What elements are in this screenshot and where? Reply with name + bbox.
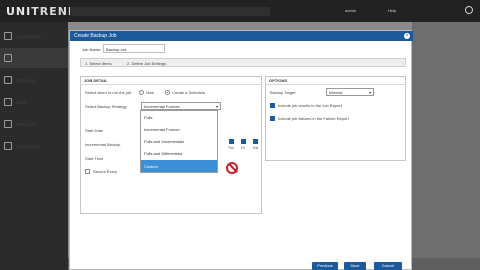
day-label-thu: Thu [228,146,235,150]
strategy-option-custom[interactable]: Custom [141,160,217,172]
day-label-sat: Sat [253,146,259,150]
chevron-down-icon: ▾ [368,90,371,95]
incremental-label: Incremental Backup [85,142,121,147]
sidebar-item-label: RECOVER [16,78,36,83]
job-detail-title: JOB DETAIL [84,78,108,83]
strategy-dropdown-list: Fulls Incremental Forever Fulls and Incr… [140,110,218,173]
reports-icon [4,120,12,128]
start-time-label: Start Time [85,156,104,161]
start-date-label: Start Date [85,128,104,133]
sidebar-item-label: DASHBOARD [16,34,42,39]
options-panel: OPTIONS Backup Target Internal ▾ Include… [265,76,406,161]
options-title: OPTIONS [269,78,288,83]
when-label: Select when to run the job [85,90,132,95]
strategy-option-incremental-forever[interactable]: Incremental Forever [141,123,217,135]
backup-target-select[interactable]: Internal ▾ [326,88,374,96]
sidebar-item-configure[interactable]: CONFIGURE [0,136,68,156]
create-backup-job-dialog: Create Backup Job × Job Name: Backup.xxx… [69,30,413,270]
not-allowed-cursor-icon [226,162,238,174]
job-name-input[interactable]: Backup.xxx [103,44,165,53]
top-search-bar[interactable] [70,7,270,16]
divider [81,84,261,85]
save-button[interactable]: Save [344,262,366,270]
sidebar-item-jobs[interactable]: JOBS [0,92,68,112]
backup-target-value: Internal [329,90,343,95]
cancel-button[interactable]: Cancel [374,262,402,270]
sidebar: DASHBOARD PROTECT RECOVER JOBS REPORTS C… [0,22,68,270]
include-failures-label: Include job failures in the Failure Repo… [278,116,349,121]
sidebar-item-dashboard[interactable]: DASHBOARD [0,26,68,46]
sidebar-item-label: JOBS [16,100,27,105]
logo-main: UNI [6,5,32,18]
sidebar-item-label: PROTECT [16,56,36,61]
schedule-radio[interactable] [165,90,170,95]
chevron-down-icon: ▾ [215,104,218,109]
strategy-option-fulls[interactable]: Fulls [141,111,217,123]
help-link[interactable]: Help [388,8,396,13]
now-radio[interactable] [139,90,144,95]
sidebar-item-protect[interactable]: PROTECT [0,48,68,68]
day-checkbox-fri[interactable] [241,139,246,144]
divider [266,84,405,85]
sidebar-item-label: CONFIGURE [16,144,40,149]
wizard-steps: 1. Select Items 2. Define Job Settings [80,58,406,67]
include-results-label: Include job results in the Job Report [278,103,342,108]
now-label: Now [146,90,155,95]
close-icon[interactable]: × [404,33,410,39]
backup-target-label: Backup Target [270,90,296,95]
day-label-fri: Fri [241,146,246,150]
schedule-label: Create a Schedule [172,90,206,95]
backdrop-right [412,22,480,258]
recover-icon [4,76,12,84]
step-select-items[interactable]: 1. Select Items [85,61,111,66]
dashboard-icon [4,32,12,40]
strategy-option-fulls-differentials[interactable]: Fulls and Differentials [141,147,217,159]
include-results-checkbox[interactable] [270,103,275,108]
step-define-settings[interactable]: 2. Define Job Settings [127,61,166,66]
recurring-label: Recurs Every [93,169,118,174]
strategy-value: Incremental Forever [144,104,180,109]
sidebar-item-label: REPORTS [16,122,36,127]
sidebar-item-recover[interactable]: RECOVER [0,70,68,90]
recurring-checkbox[interactable] [85,169,90,174]
dialog-header: Create Backup Job × [70,31,413,41]
user-menu[interactable]: admin [345,8,356,13]
job-name-label: Job Name: [82,47,102,52]
day-checkbox-thu[interactable] [229,139,234,144]
jobs-icon [4,98,12,106]
strategy-option-fulls-incrementals[interactable]: Fulls and Incrementals [141,135,217,147]
top-bar: UNITRENDS admin Help [0,0,480,22]
strategy-select[interactable]: Incremental Forever ▾ [141,102,221,110]
day-checkbox-sat[interactable] [253,139,258,144]
sidebar-item-reports[interactable]: REPORTS [0,114,68,134]
strategy-label: Select Backup Strategy [85,104,127,109]
include-failures-checkbox[interactable] [270,116,275,121]
shield-icon [4,54,12,62]
previous-button[interactable]: Previous [312,262,338,270]
gear-icon[interactable] [465,6,473,14]
dialog-title: Create Backup Job [74,33,117,39]
configure-icon [4,142,12,150]
